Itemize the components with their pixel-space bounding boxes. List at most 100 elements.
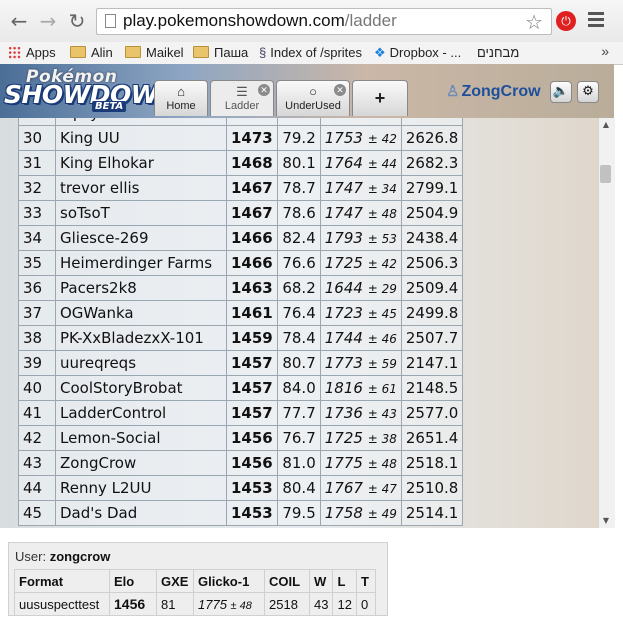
coil-cell: 2506.3 xyxy=(400,250,464,276)
scrollbar-thumb[interactable] xyxy=(600,165,611,183)
rank-cell: 41 xyxy=(18,400,56,426)
elo-cell: 1457 xyxy=(226,400,278,426)
gxe-cell: 76.7 xyxy=(276,425,321,451)
player-name-link[interactable]: Dad's Dad xyxy=(55,500,227,526)
rank-cell: 35 xyxy=(18,250,56,276)
scroll-down-icon[interactable]: ▼ xyxy=(598,516,614,525)
gxe-cell: 78.4 xyxy=(276,325,321,351)
elo-cell: 1461 xyxy=(226,300,278,326)
bookmark-alin[interactable]: Alin xyxy=(70,45,113,60)
bookmark-dropbox[interactable]: ❖ Dropbox - ... xyxy=(374,45,461,61)
extension-icon[interactable]: ⏻ xyxy=(556,11,576,31)
tab-underused[interactable]: ○ UnderUsed ✕ xyxy=(276,80,350,116)
rank-cell: 40 xyxy=(18,375,56,401)
elo-cell: 1456 xyxy=(226,425,278,451)
stats-row: uususpecttest 1456 81 1775 ± 48 2518 43 … xyxy=(14,592,376,616)
tab-home[interactable]: ⌂ Home xyxy=(154,80,208,116)
volume-button[interactable]: 🔈 xyxy=(550,81,572,103)
elo-cell: 1463 xyxy=(226,275,278,301)
new-tab-button[interactable]: + xyxy=(352,80,408,116)
gxe-cell: 82.4 xyxy=(276,225,321,251)
glicko-cell: 1773 ± 59 xyxy=(319,350,402,376)
address-bar[interactable]: play.pokemonshowdown.com/ladder ☆ xyxy=(96,8,552,35)
coil-cell: 2528.0 xyxy=(400,118,464,126)
glicko-cell: 1736 ± 43 xyxy=(319,400,402,426)
scroll-up-icon[interactable]: ▲ xyxy=(598,120,614,129)
bookmark-star-icon[interactable]: ☆ xyxy=(525,10,543,34)
player-name-link[interactable]: trevor ellis xyxy=(55,175,227,201)
elo-cell: 1453 xyxy=(226,475,278,501)
player-name-link[interactable]: CoolStoryBrobat xyxy=(55,375,227,401)
glicko-cell: 1764 ± 44 xyxy=(319,150,402,176)
player-name-link[interactable]: Heimerdinger Farms xyxy=(55,250,227,276)
player-name-link[interactable]: LadderControl xyxy=(55,400,227,426)
rank-cell: 38 xyxy=(18,325,56,351)
close-tab-icon[interactable]: ✕ xyxy=(334,84,346,96)
user-menu[interactable]: ♙ ZongCrow xyxy=(446,82,541,101)
player-name-link[interactable]: ZongCrow xyxy=(55,450,227,476)
rank-cell: 34 xyxy=(18,225,56,251)
player-name-link[interactable]: soTsoT xyxy=(55,200,227,226)
forward-arrow-icon[interactable]: → xyxy=(35,8,61,34)
glicko-cell: 1758 ± 49 xyxy=(319,500,402,526)
folder-icon xyxy=(70,46,86,58)
elo-cell: 1457 xyxy=(226,375,278,401)
ladder-row: 34 Gliesce-269 1466 82.4 1793 ± 53 2438.4 xyxy=(18,225,464,251)
ladder-row: 38 PK-XxBladezxX-101 1459 78.4 1744 ± 46 2507… xyxy=(18,325,464,351)
player-name-link[interactable]: King UU xyxy=(55,125,227,151)
bookmark-hebrew[interactable]: מבחנים xyxy=(477,45,519,60)
ladder-row: 37 OGWanka 1461 76.4 1723 ± 45 2499.8 xyxy=(18,300,464,326)
coil-cell: 2148.5 xyxy=(400,375,464,401)
stats-header-row: Format Elo GXE Glicko-1 COIL W L T xyxy=(14,569,376,593)
menu-icon[interactable] xyxy=(588,12,604,28)
player-name-link[interactable]: Pacers2k8 xyxy=(55,275,227,301)
player-name-link[interactable]: PK-XxBladezxX-101 xyxy=(55,325,227,351)
bookmarks-bar: Apps Alin Maikel Паша § Index of /sprites… xyxy=(0,42,623,65)
glicko-cell: 1644 ± 29 xyxy=(319,275,402,301)
rank-cell: 33 xyxy=(18,200,56,226)
showdown-logo[interactable]: Pokémon SHOWDOWN BETA xyxy=(4,67,179,115)
back-arrow-icon[interactable]: ← xyxy=(6,8,32,34)
coil-cell: 2682.3 xyxy=(400,150,464,176)
tab-ladder[interactable]: ☰ Ladder ✕ xyxy=(210,80,274,116)
script-icon: § xyxy=(259,45,267,60)
player-name-link[interactable]: uureqreqs xyxy=(55,350,227,376)
settings-button[interactable]: ⚙ xyxy=(577,81,599,103)
page-icon xyxy=(105,14,116,28)
close-tab-icon[interactable]: ✕ xyxy=(258,84,270,96)
bookmarks-more[interactable]: » xyxy=(601,43,609,59)
coil-cell: 2514.1 xyxy=(400,500,464,526)
player-name-link[interactable]: King Elhokar xyxy=(55,150,227,176)
reload-icon[interactable]: ↻ xyxy=(64,8,90,34)
gxe-cell: 79.2 xyxy=(276,125,321,151)
gxe-cell: 79.5 xyxy=(276,500,321,526)
home-icon: ⌂ xyxy=(177,84,185,99)
bookmark-sprites[interactable]: § Index of /sprites xyxy=(259,45,362,60)
gear-icon: ⚙ xyxy=(582,84,594,99)
elo-cell: 1453 xyxy=(226,500,278,526)
bookmark-apps[interactable]: Apps xyxy=(8,45,56,60)
ladder-row: 30 King UU 1473 79.2 1753 ± 42 2626.8 xyxy=(18,125,464,151)
gxe-cell: 81.0 xyxy=(276,450,321,476)
coil-cell: 2518.1 xyxy=(400,450,464,476)
player-name-link[interactable]: Renny L2UU xyxy=(55,475,227,501)
player-name-link[interactable]: Gliesce-269 xyxy=(55,225,227,251)
coil-cell: 2147.1 xyxy=(400,350,464,376)
rank-cell: 43 xyxy=(18,450,56,476)
player-name-link[interactable]: Tipsy Russian xyxy=(55,118,227,126)
gxe-cell: 68.2 xyxy=(276,275,321,301)
player-name-link[interactable]: OGWanka xyxy=(55,300,227,326)
glicko-cell: 1725 ± 38 xyxy=(319,425,402,451)
gxe-cell: 78.7 xyxy=(276,175,321,201)
coil-cell: 2507.7 xyxy=(400,325,464,351)
elo-cell: 1467 xyxy=(226,200,278,226)
coil-cell: 2577.0 xyxy=(400,400,464,426)
elo-cell: 1467 xyxy=(226,175,278,201)
coil-cell: 2626.8 xyxy=(400,125,464,151)
showdown-header: Pokémon SHOWDOWN BETA ⌂ Home ☰ Ladder ✕ … xyxy=(0,64,614,118)
bookmark-pasha[interactable]: Паша xyxy=(193,45,248,60)
player-name-link[interactable]: Lemon-Social xyxy=(55,425,227,451)
bookmark-maikel[interactable]: Maikel xyxy=(125,45,184,60)
ladder-row: 41 LadderControl 1457 77.7 1736 ± 43 2577.0 xyxy=(18,400,464,426)
coil-cell: 2509.4 xyxy=(400,275,464,301)
